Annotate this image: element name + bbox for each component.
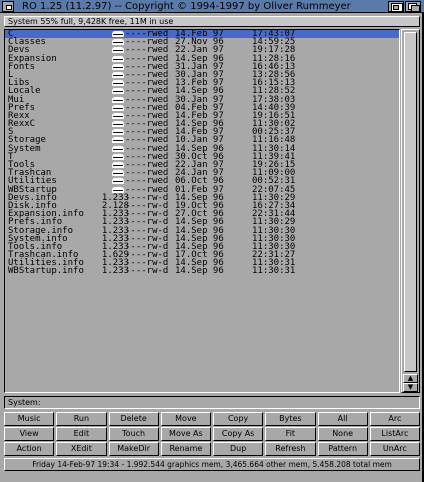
ro-window: RO 1.25 (11.2.97) -- Copyright © 1994-19… <box>0 0 424 482</box>
touch-button[interactable]: Touch <box>108 427 159 441</box>
drawer-icon <box>112 88 124 95</box>
file-name: WBStartup.info <box>8 266 84 277</box>
scroll-down-arrow-icon[interactable]: ▼ <box>403 383 418 392</box>
drawer-icon <box>112 39 124 46</box>
move-as-button[interactable]: Move As <box>160 427 211 441</box>
drawer-icon <box>112 121 124 128</box>
file-row[interactable]: WBStartup.info 1.233 ----rw-d 14.Sep 96 11:3… <box>5 266 399 277</box>
drawer-icon <box>112 129 124 136</box>
zoom-gadget-icon[interactable] <box>388 1 404 12</box>
drawer-icon <box>112 55 124 62</box>
scroll-up-arrow-icon[interactable]: ▲ <box>403 374 418 383</box>
move-button[interactable]: Move <box>160 412 211 426</box>
drawer-icon <box>112 47 124 54</box>
rename-button[interactable]: Rename <box>160 442 211 456</box>
music-button[interactable]: Music <box>4 412 55 426</box>
drawer-icon <box>112 112 124 119</box>
file-lister[interactable]: C ----rwed 14.Feb 97 17:43:07 Classes ----rwe… <box>4 29 400 393</box>
window-title: RO 1.25 (11.2.97) -- Copyright © 1994-19… <box>22 1 351 12</box>
edit-button[interactable]: Edit <box>56 427 107 441</box>
close-gadget-icon[interactable] <box>2 1 14 12</box>
vertical-scrollbar[interactable]: ▲ ▼ <box>401 29 420 393</box>
arc-button[interactable]: Arc <box>369 412 420 426</box>
drawer-icon <box>112 162 124 168</box>
copy-button[interactable]: Copy <box>213 412 264 426</box>
drawer-icon <box>112 186 124 193</box>
scroll-track[interactable] <box>404 32 417 374</box>
bytes-button[interactable]: Bytes <box>265 412 316 426</box>
drawer-icon <box>112 145 124 152</box>
drawer-icon <box>112 178 124 185</box>
xedit-button[interactable]: XEdit <box>56 442 107 456</box>
drawer-icon <box>112 80 124 87</box>
scroll-knob[interactable] <box>404 32 417 372</box>
drawer-icon <box>112 170 124 177</box>
command-button-bank: Music Run Delete Move Copy Bytes All Arc View Edi… <box>4 412 420 456</box>
listarc-button[interactable]: ListArc <box>369 427 420 441</box>
title-bar[interactable]: RO 1.25 (11.2.97) -- Copyright © 1994-19… <box>0 0 424 13</box>
path-input[interactable]: System: <box>4 396 420 409</box>
volume-status: System 55% full, 9,428K free, 11M in use <box>4 16 420 27</box>
all-button[interactable]: All <box>317 412 368 426</box>
drawer-icon <box>112 63 124 70</box>
file-protection: ----rw-d <box>125 266 169 277</box>
pattern-button[interactable]: Pattern <box>317 442 368 456</box>
drawer-icon <box>112 104 124 111</box>
view-button[interactable]: View <box>4 427 55 441</box>
unarc-button[interactable]: UnArc <box>369 442 420 456</box>
drawer-icon <box>112 137 124 144</box>
copy-as-button[interactable]: Copy As <box>213 427 264 441</box>
makedir-button[interactable]: MakeDir <box>108 442 159 456</box>
refresh-button[interactable]: Refresh <box>265 442 316 456</box>
drawer-icon <box>112 96 124 103</box>
run-button[interactable]: Run <box>56 412 107 426</box>
file-date: 14.Sep 96 <box>175 266 224 277</box>
fit-button[interactable]: Fit <box>265 427 316 441</box>
drawer-icon <box>112 31 124 37</box>
memory-status: Friday 14-Feb-97 19:34 - 1.992.544 graph… <box>4 458 420 471</box>
depth-gadget-icon[interactable] <box>405 1 421 12</box>
delete-button[interactable]: Delete <box>108 412 159 426</box>
none-button[interactable]: None <box>317 427 368 441</box>
dup-button[interactable]: Dup <box>213 442 264 456</box>
drawer-icon <box>112 153 124 160</box>
file-time: 11:30:31 <box>252 266 296 277</box>
drawer-icon <box>112 71 124 78</box>
action-button[interactable]: Action <box>4 442 55 456</box>
